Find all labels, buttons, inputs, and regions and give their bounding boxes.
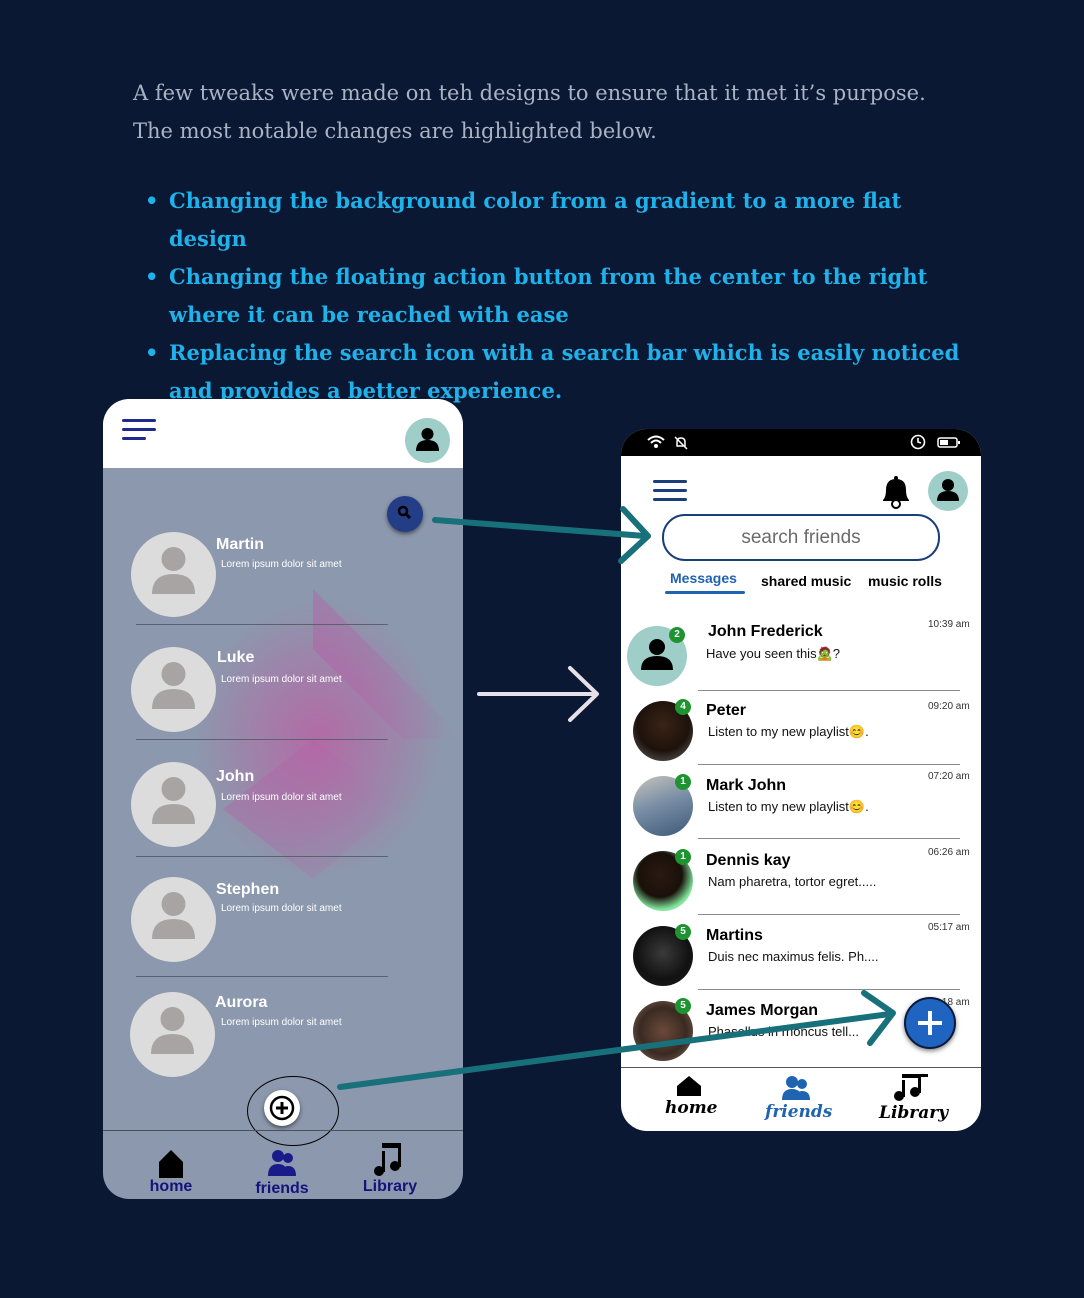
arrow-fab [337, 990, 896, 1090]
arrow-search [432, 506, 651, 564]
comparison-arrows [337, 506, 896, 1090]
arrow-center [477, 666, 599, 722]
